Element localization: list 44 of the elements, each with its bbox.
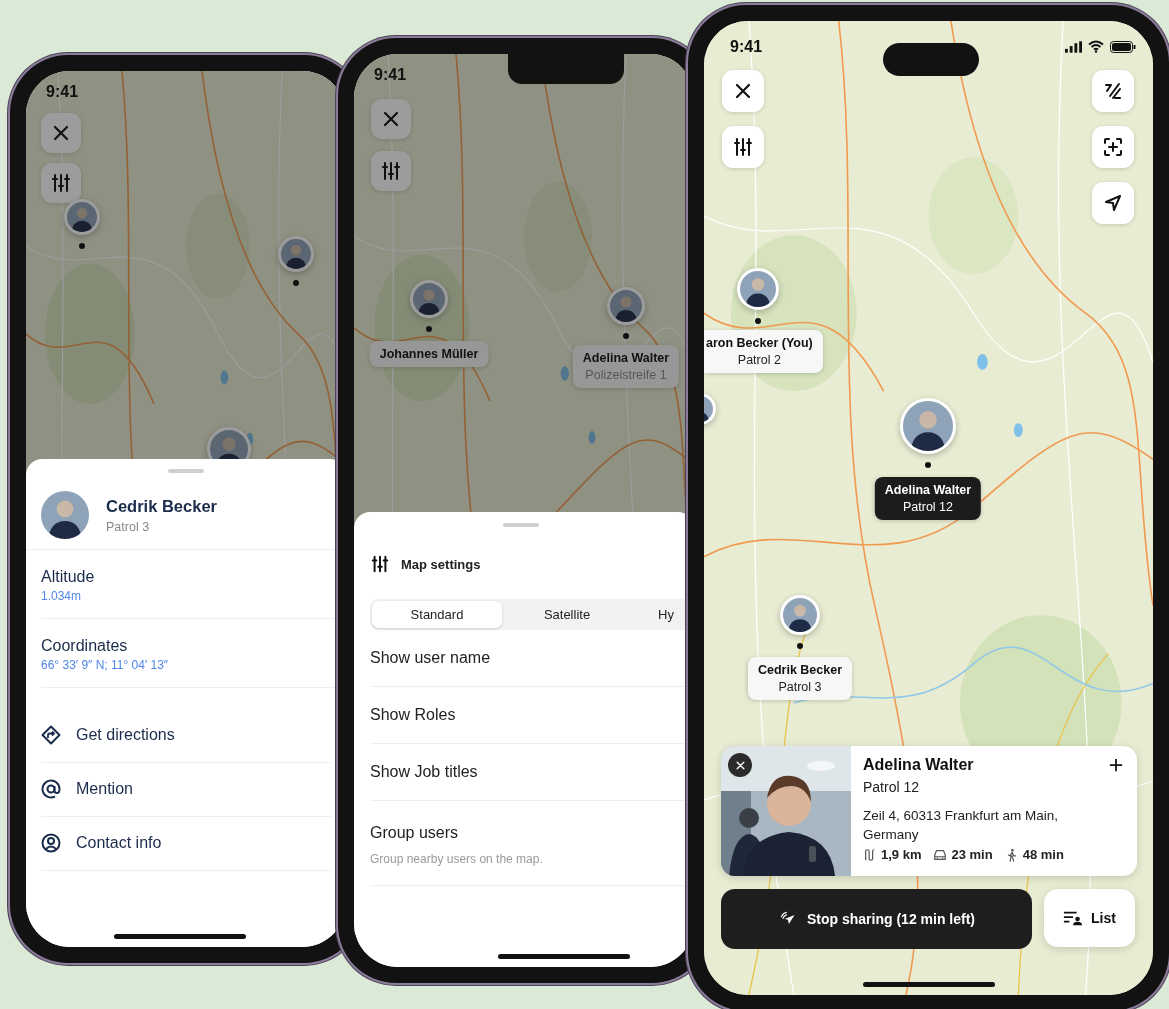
contact-role: Patrol 3: [106, 519, 151, 534]
sliders-icon: [371, 555, 389, 573]
user-name: Adelina Walter: [582, 351, 670, 365]
sliders-icon: [51, 173, 71, 193]
map-type-tab[interactable]: Satellite: [502, 601, 632, 628]
close-button[interactable]: [41, 113, 81, 153]
action-item[interactable]: Get directions: [41, 708, 331, 762]
field-label: Coordinates: [41, 637, 129, 655]
setting-label: Show Job titles: [370, 763, 479, 781]
field-value: 66° 33′ 9″ N; 11° 04′ 13″: [41, 658, 170, 672]
field-value: 1.034m: [41, 589, 83, 603]
user-circle-icon: [41, 833, 61, 853]
at-sign-icon: [41, 779, 61, 799]
user-role: Polizeistreife 1: [585, 368, 667, 382]
close-icon: [51, 123, 71, 143]
action-item[interactable]: Contact info: [41, 816, 331, 870]
drag-handle[interactable]: [503, 523, 539, 527]
location-dot: [293, 280, 299, 286]
map-settings-button[interactable]: [371, 151, 411, 191]
map-type-tab[interactable]: Standard: [372, 601, 502, 628]
location-dot: [79, 243, 85, 249]
sheet-title: Map settings: [401, 556, 481, 572]
location-dot: [426, 326, 432, 332]
setting-label: Show Roles: [370, 706, 457, 724]
action-item[interactable]: Mention: [41, 762, 331, 816]
directions-icon: [41, 725, 61, 745]
setting-description: Group nearby users on the map.: [370, 852, 544, 866]
sliders-icon: [381, 161, 401, 181]
user-label[interactable]: Johannes Müller: [369, 341, 489, 367]
contact-name: Cedrik Becker: [106, 496, 217, 516]
close-icon: [381, 109, 401, 129]
user-name: Johannes Müller: [379, 347, 479, 361]
drag-handle[interactable]: [168, 469, 204, 473]
map-type-tab[interactable]: Hy: [632, 601, 694, 628]
close-button[interactable]: [371, 99, 411, 139]
avatar: [41, 491, 89, 539]
user-label[interactable]: Adelina Walter Polizeistreife 1: [572, 345, 680, 388]
location-dot: [623, 333, 629, 339]
field-label: Altitude: [41, 568, 96, 586]
status-time: 9:41: [374, 66, 407, 84]
setting-label: Group users: [370, 824, 460, 842]
map-settings-button[interactable]: [41, 163, 81, 203]
setting-label: Show user name: [370, 649, 492, 667]
status-time: 9:41: [46, 83, 79, 101]
